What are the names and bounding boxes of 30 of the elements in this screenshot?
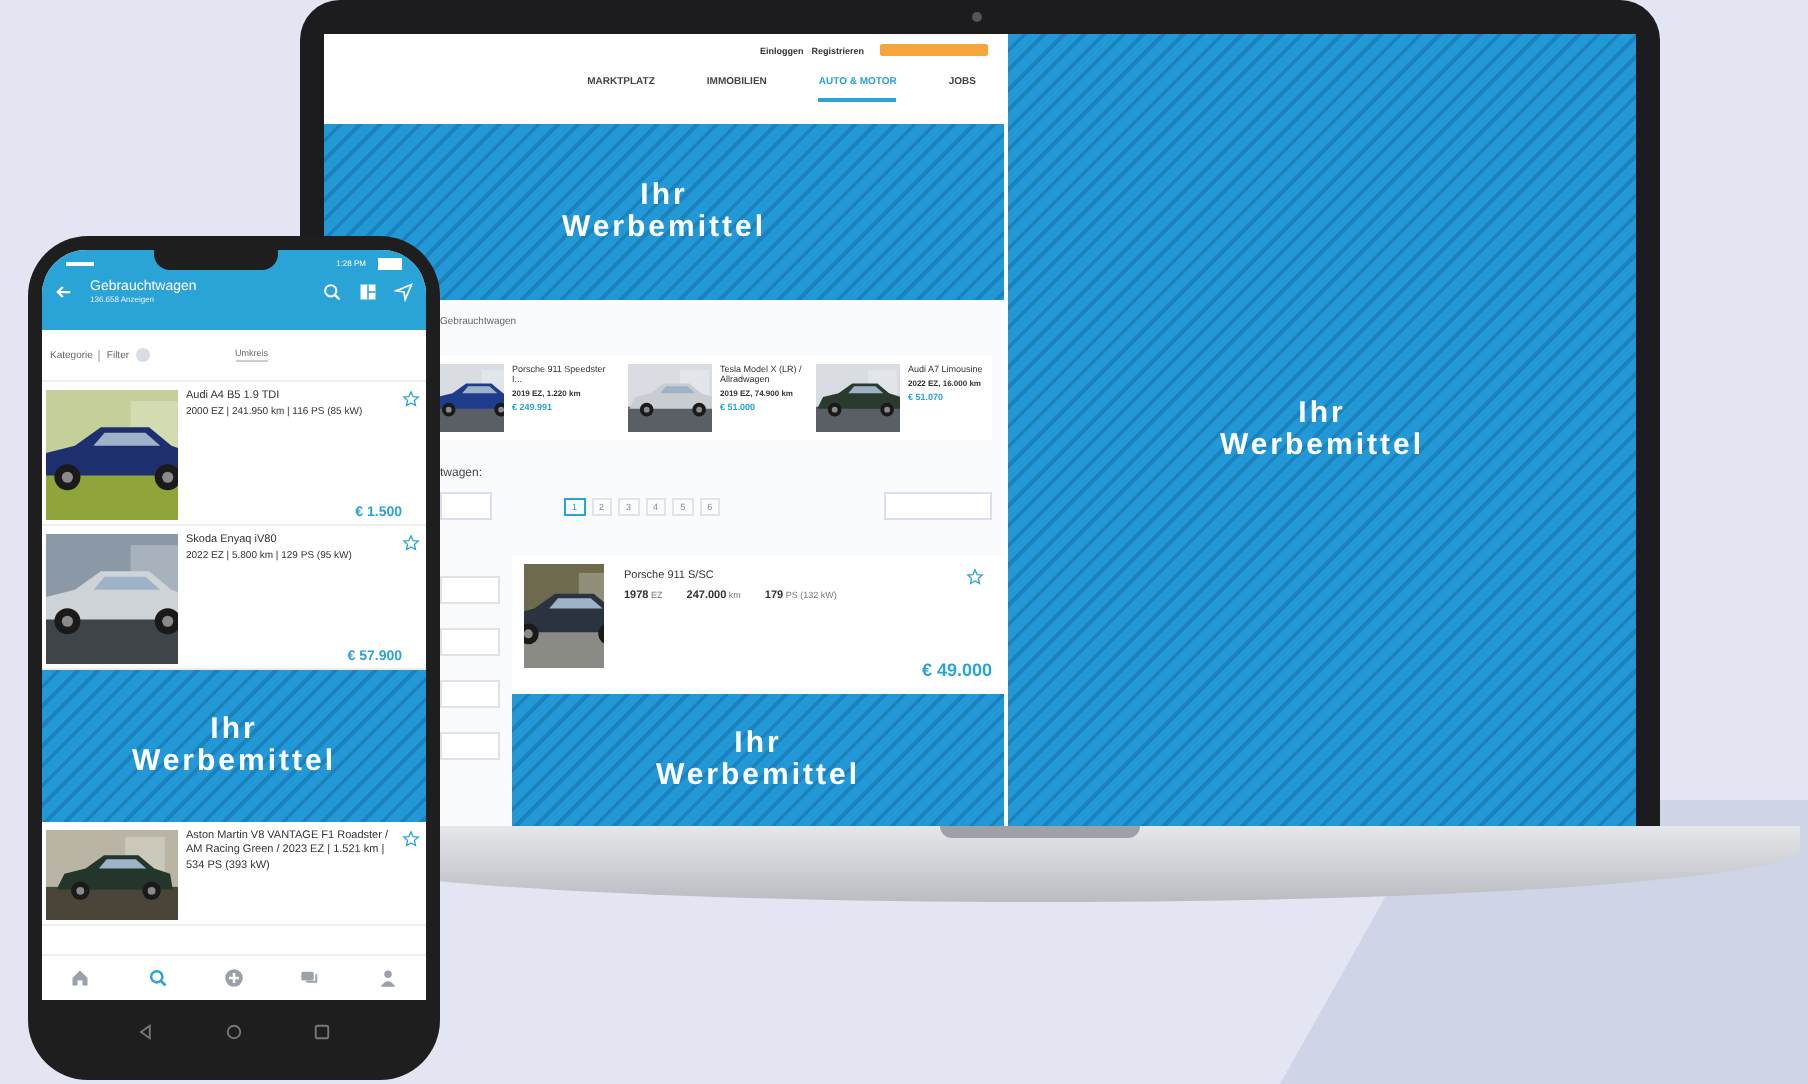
ad-text: Ihr Werbemittel [655,727,861,793]
grid-icon[interactable] [358,282,378,302]
filter-field[interactable] [440,576,500,604]
add-icon[interactable] [223,968,244,988]
back-icon[interactable] [136,1022,156,1042]
ad-text: Ihr Werbemittel [1219,397,1425,463]
favorite-star-icon[interactable] [966,568,984,586]
chat-icon[interactable] [300,968,321,988]
recent-apps-icon[interactable] [312,1022,332,1042]
favorite-star-icon[interactable] [402,830,420,848]
ad-text: Ihr Werbemittel [561,179,767,245]
filter-field[interactable] [440,732,500,760]
back-arrow-icon[interactable] [54,282,74,302]
profile-icon[interactable] [377,968,398,988]
battery-icon [378,257,402,269]
phone-notch [153,250,278,270]
search-icon[interactable] [147,968,168,988]
filter-badge-icon [135,348,150,362]
favorite-star-icon[interactable] [402,534,420,552]
filter-field[interactable] [440,680,500,708]
home-icon[interactable] [70,968,91,988]
favorite-star-icon[interactable] [402,390,420,408]
location-arrow-icon[interactable] [394,282,414,302]
ad-text: Ihr Werbemittel [131,713,337,779]
search-icon[interactable] [322,282,342,302]
car-price: € 49.000 [921,660,992,680]
home-button-icon[interactable] [224,1022,244,1042]
filter-field[interactable] [440,628,500,656]
input-field[interactable] [440,492,492,520]
camera-icon [972,12,982,22]
